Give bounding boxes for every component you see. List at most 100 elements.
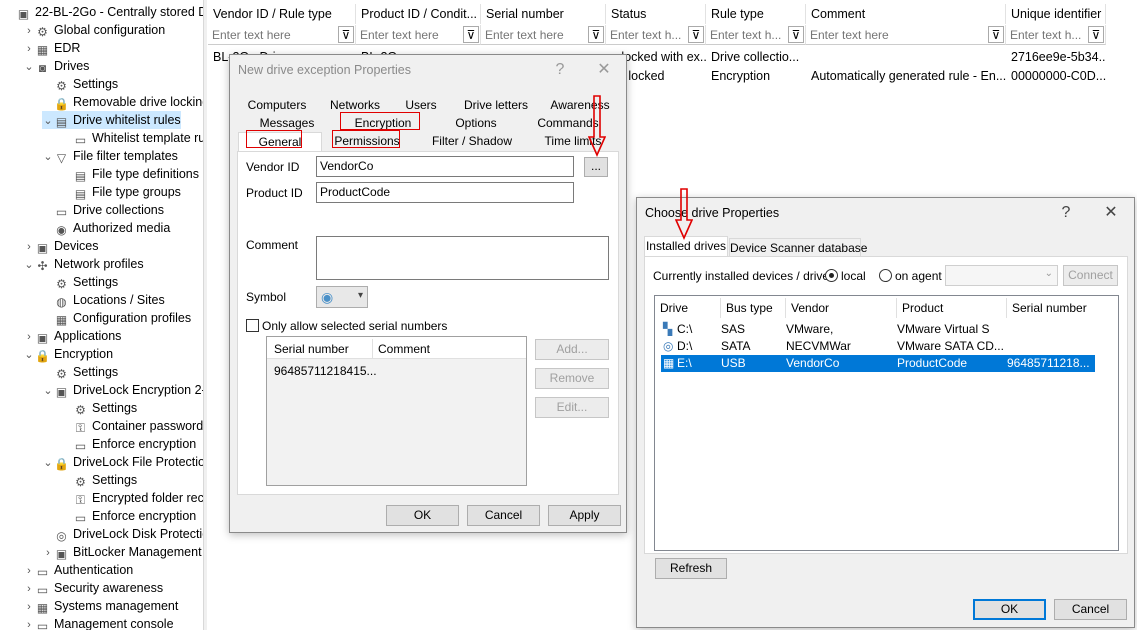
expand-chevron-icon[interactable]: ›: [23, 40, 35, 58]
tree-item[interactable]: ⌄ ✣ Network profiles: [23, 255, 143, 273]
tab-installed-drives[interactable]: Installed drives: [644, 236, 728, 256]
browse-drive-button[interactable]: ...: [584, 157, 608, 177]
tree-item[interactable]: ▤ File type groups: [61, 183, 181, 201]
pane-splitter[interactable]: [203, 0, 207, 630]
tree-item[interactable]: ▭ Whitelist template rule: [61, 129, 203, 147]
filter-input-comment[interactable]: [806, 25, 987, 44]
column-header-bus-type[interactable]: Bus type: [721, 298, 786, 318]
grid-cell[interactable]: 00000000-C0D...: [1006, 67, 1106, 85]
filter-funnel-icon[interactable]: ⊽: [588, 26, 604, 43]
radio-on-agent-label[interactable]: on agent: [895, 269, 942, 283]
filter-input-unique-identifier[interactable]: [1006, 25, 1087, 44]
tree-item[interactable]: › ▭ Management console: [23, 615, 173, 630]
expand-chevron-icon[interactable]: ›: [23, 616, 35, 630]
filter-input-vendor-id[interactable]: [208, 25, 337, 44]
tree-item[interactable]: ▭ Enforce encryption: [61, 435, 196, 453]
tree-item[interactable]: ⌄🔒 DriveLock File Protection: [42, 453, 203, 471]
column-header-comment[interactable]: Comment: [373, 339, 523, 359]
tree-item[interactable]: ⚙ Settings: [42, 75, 118, 93]
filter-input-rule-type[interactable]: [706, 25, 787, 44]
tree-item[interactable]: ◍ Locations / Sites: [42, 291, 164, 309]
tab-messages[interactable]: Messages: [252, 114, 322, 132]
column-header-serial-number[interactable]: Serial number: [481, 4, 606, 24]
close-icon[interactable]: ✕: [1097, 201, 1125, 225]
tab-permissions[interactable]: Permissions: [330, 132, 404, 150]
grid-cell[interactable]: Drive collectio...: [706, 48, 806, 66]
grid-cell[interactable]: Encryption: [706, 67, 806, 85]
column-header-unique-identifier[interactable]: Unique identifier: [1006, 4, 1106, 24]
tab-options[interactable]: Options: [444, 114, 508, 132]
tree-item[interactable]: ⚙ Settings: [61, 471, 137, 489]
tree-item[interactable]: ⌄🔒 Encryption: [23, 345, 113, 363]
tree-item[interactable]: › ▦ EDR: [23, 39, 80, 57]
tree-item[interactable]: › ▭ Security awareness: [23, 579, 163, 597]
drives-list[interactable]: Drive Bus type Vendor Product Serial num…: [654, 295, 1119, 551]
add-serial-button[interactable]: Add...: [535, 339, 609, 360]
collapse-chevron-icon[interactable]: ⌄: [23, 58, 35, 76]
tree-item[interactable]: ▭ Drive collections: [42, 201, 164, 219]
help-icon[interactable]: ?: [1052, 201, 1080, 225]
tree-item[interactable]: ◉ Authorized media: [42, 219, 170, 237]
navigation-tree[interactable]: ▣22-BL-2Go - Centrally stored Drive›⚙Glo…: [0, 0, 203, 630]
expand-chevron-icon[interactable]: ›: [23, 580, 35, 598]
tab-general[interactable]: General: [238, 132, 322, 152]
serials-checkbox[interactable]: [246, 319, 259, 332]
tab-time-limits[interactable]: Time limits: [536, 132, 610, 150]
close-icon[interactable]: ✕: [590, 58, 618, 82]
grid-cell[interactable]: Automatically generated rule - En...: [806, 67, 1006, 85]
tree-item[interactable]: ▭ Enforce encryption: [61, 507, 196, 525]
tree-item[interactable]: › ⚙ Global configuration: [23, 21, 165, 39]
column-header-status[interactable]: Status: [606, 4, 706, 24]
column-header-serial-number[interactable]: Serial number: [1007, 298, 1117, 318]
symbol-dropdown[interactable]: ◉ ▾: [316, 286, 368, 308]
tree-item[interactable]: › ▣ Applications: [23, 327, 121, 345]
tree-item[interactable]: ⚙ Settings: [61, 399, 137, 417]
filter-funnel-icon[interactable]: ⊽: [688, 26, 704, 43]
cancel-button[interactable]: Cancel: [467, 505, 540, 526]
expand-chevron-icon[interactable]: ›: [23, 238, 35, 256]
tree-item[interactable]: ▤ File type definitions: [61, 165, 199, 183]
tree-item[interactable]: › ▣ Devices: [23, 237, 98, 255]
grid-cell[interactable]: 2716ee9e-5b34...: [1006, 48, 1106, 66]
tab-filter-shadow[interactable]: Filter / Shadow: [424, 132, 520, 150]
tree-item[interactable]: ⌄ ▤ Drive whitelist rules: [42, 111, 181, 129]
edit-serial-button[interactable]: Edit...: [535, 397, 609, 418]
help-icon[interactable]: ?: [546, 58, 574, 82]
filter-funnel-icon[interactable]: ⊽: [988, 26, 1004, 43]
filter-input-product-id[interactable]: [356, 25, 462, 44]
comment-textarea[interactable]: [316, 236, 609, 280]
filter-funnel-icon[interactable]: ⊽: [338, 26, 354, 43]
tree-item[interactable]: › ▭ Authentication: [23, 561, 133, 579]
tab-drive-letters[interactable]: Drive letters: [456, 96, 536, 114]
tab-networks[interactable]: Networks: [324, 96, 386, 114]
tree-item[interactable]: 🔒 Removable drive locking: [42, 93, 203, 111]
filter-input-status[interactable]: [606, 25, 687, 44]
expand-chevron-icon[interactable]: ›: [23, 328, 35, 346]
tab-awareness[interactable]: Awareness: [544, 96, 616, 114]
tree-item[interactable]: › ▦ Systems management: [23, 597, 178, 615]
tree-item[interactable]: ⌄▣ DriveLock Encryption 2-Go: [42, 381, 203, 399]
tab-commands[interactable]: Commands: [530, 114, 606, 132]
drive-row[interactable]: ▦ E:\ USB VendorCo ProductCode 96485711218...: [661, 355, 1095, 372]
tree-item[interactable]: ⌄ ◙ Drives: [23, 57, 89, 75]
tree-item[interactable]: ⌄ ▽ File filter templates: [42, 147, 178, 165]
filter-input-serial-number[interactable]: [481, 25, 587, 44]
serial-numbers-list[interactable]: Serial number Comment 96485711218415...: [266, 336, 527, 486]
filter-funnel-icon[interactable]: ⊽: [463, 26, 479, 43]
column-header-product-id[interactable]: Product ID / Condit...: [356, 4, 481, 24]
column-header-comment[interactable]: Comment: [806, 4, 1006, 24]
collapse-chevron-icon[interactable]: ⌄: [42, 112, 54, 130]
refresh-button[interactable]: Refresh: [655, 558, 727, 579]
tree-item[interactable]: ◎ DriveLock Disk Protection: [42, 525, 203, 543]
cancel-button[interactable]: Cancel: [1054, 599, 1127, 620]
drive-row[interactable]: ▚ C:\ SAS VMware, VMware Virtual S: [661, 321, 1095, 338]
tree-item[interactable]: ⚿ Container password re: [61, 417, 203, 435]
tree-item[interactable]: › ▣ BitLocker Management: [42, 543, 201, 561]
collapse-chevron-icon[interactable]: ⌄: [23, 346, 35, 364]
vendor-id-field[interactable]: VendorCo: [316, 156, 574, 177]
serials-checkbox-label[interactable]: Only allow selected serial numbers: [262, 319, 447, 333]
tree-item[interactable]: ⚙ Settings: [42, 363, 118, 381]
column-header-vendor-id[interactable]: Vendor ID / Rule type: [208, 4, 356, 24]
agent-combobox[interactable]: ⌄: [945, 265, 1058, 286]
tab-encryption[interactable]: Encryption: [344, 114, 422, 132]
